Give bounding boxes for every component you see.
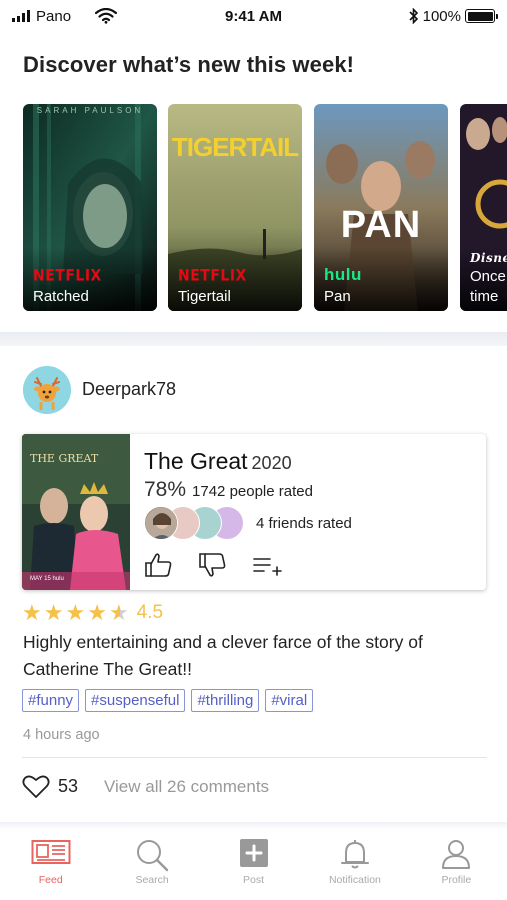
tabbar-shadow (0, 822, 507, 830)
card-title: Pan (324, 288, 351, 305)
show-info-card[interactable]: THE GREAT MAY 15 hulu The Great 2020 78% … (22, 434, 486, 590)
bluetooth-icon (409, 8, 418, 24)
tab-label: Feed (38, 874, 63, 886)
friend-avatar (144, 506, 178, 540)
show-title: The Great 2020 (144, 448, 292, 475)
feed-icon (31, 840, 71, 864)
battery-icon (465, 9, 498, 23)
show-card-pan[interactable]: PAN hulu Pan (314, 104, 448, 311)
tab-profile[interactable]: Profile (406, 830, 507, 900)
tab-notification[interactable]: Notification (304, 830, 405, 900)
like-count: 53 (58, 776, 79, 796)
show-actions (144, 552, 282, 578)
profile-icon (442, 840, 471, 869)
tab-feed[interactable]: Feed (0, 830, 101, 900)
rating-score: 4.5 (136, 602, 164, 623)
tag-viral[interactable]: #viral (265, 689, 314, 712)
pan-poster-text: PAN (340, 204, 422, 246)
post-icon (239, 839, 268, 867)
card-title-line-2: time (470, 288, 499, 305)
user-avatar[interactable] (23, 366, 71, 414)
battery-percent: 100% (422, 7, 461, 25)
add-to-list-icon[interactable] (252, 552, 282, 578)
netflix-logo: NETFLIX (33, 266, 102, 285)
section-divider (0, 332, 507, 346)
star-icon: ★ (65, 600, 86, 625)
user-rating-stars: ★ ★ ★ ★ ★ 4.5 (22, 602, 163, 624)
tab-search[interactable]: Search (101, 830, 202, 900)
friends-rated-label: 4 friends rated (256, 514, 352, 532)
carrier-label: Pano (36, 7, 72, 25)
tag-suspenseful[interactable]: #suspenseful (85, 689, 186, 712)
show-card-tigertail[interactable]: TIGERTAIL NETFLIX Tigertail (168, 104, 302, 311)
signal-bars-icon (12, 10, 30, 22)
bell-icon (340, 840, 369, 869)
star-icon: ★ (87, 600, 107, 625)
review-text: Highly entertaining and a clever farce o… (23, 632, 423, 679)
half-star-icon: ★ (108, 600, 129, 625)
post-timestamp: 4 hours ago (23, 727, 100, 743)
rating-summary: 78% 1742 people rated (144, 478, 313, 502)
view-comments-link[interactable]: View all 26 comments (104, 777, 269, 797)
tab-label: Search (135, 874, 169, 886)
tag-thrilling[interactable]: #thrilling (191, 689, 260, 712)
poster-title: THE GREAT (30, 452, 99, 465)
deer-avatar-icon (23, 366, 71, 414)
tab-post[interactable]: Post (203, 830, 304, 900)
status-time: 9:41 AM (225, 7, 282, 25)
search-icon (137, 840, 169, 872)
tag-list: #funny #suspenseful #thrilling #viral (22, 689, 314, 712)
card-title: Ratched (33, 288, 89, 305)
hulu-logo: hulu (324, 265, 362, 284)
tag-funny[interactable]: #funny (22, 689, 80, 712)
discover-title: Discover what’s new this week! (23, 52, 355, 77)
heart-icon[interactable] (22, 774, 50, 799)
netflix-logo: NETFLIX (178, 266, 247, 285)
bottom-tab-bar: Feed Search Post Notification Profile (0, 830, 507, 900)
status-bar: Pano 9:41 AM 100% (0, 0, 507, 32)
the-great-poster[interactable]: THE GREAT MAY 15 hulu (22, 434, 130, 590)
tab-label: Post (243, 874, 265, 886)
rating-count: 1742 people rated (192, 483, 313, 500)
friends-rated[interactable]: 4 friends rated (144, 506, 352, 540)
card-title: Tigertail (178, 288, 231, 305)
rating-percent: 78% (144, 478, 187, 501)
discover-carousel[interactable]: SARAH PAULSON NETFLIX Ratched TIGERTAIL … (23, 104, 507, 311)
show-card-ratched[interactable]: SARAH PAULSON NETFLIX Ratched (23, 104, 157, 311)
tigertail-poster-text: TIGERTAIL (171, 132, 299, 162)
thumbs-up-icon[interactable] (144, 552, 174, 578)
post-username[interactable]: Deerpark78 (82, 379, 176, 400)
thumbs-down-icon[interactable] (198, 552, 228, 578)
show-year: 2020 (251, 453, 292, 473)
star-icon: ★ (22, 600, 42, 625)
poster-date: MAY 15 hulu (30, 576, 64, 582)
disney-plus-logo: Disney+ (470, 251, 507, 265)
post-divider (22, 757, 487, 758)
wifi-icon (95, 8, 118, 24)
show-title-text: The Great (144, 448, 248, 474)
card-title-line-1: Once (470, 268, 506, 285)
tab-label: Notification (328, 874, 381, 886)
like-control[interactable]: 53 (22, 774, 78, 799)
tab-label: Profile (441, 874, 472, 886)
star-icon: ★ (43, 600, 64, 625)
show-card-once-upon-a-time[interactable]: Disney+ Once time (460, 104, 507, 311)
ratched-poster-text: SARAH PAULSON (36, 106, 144, 115)
